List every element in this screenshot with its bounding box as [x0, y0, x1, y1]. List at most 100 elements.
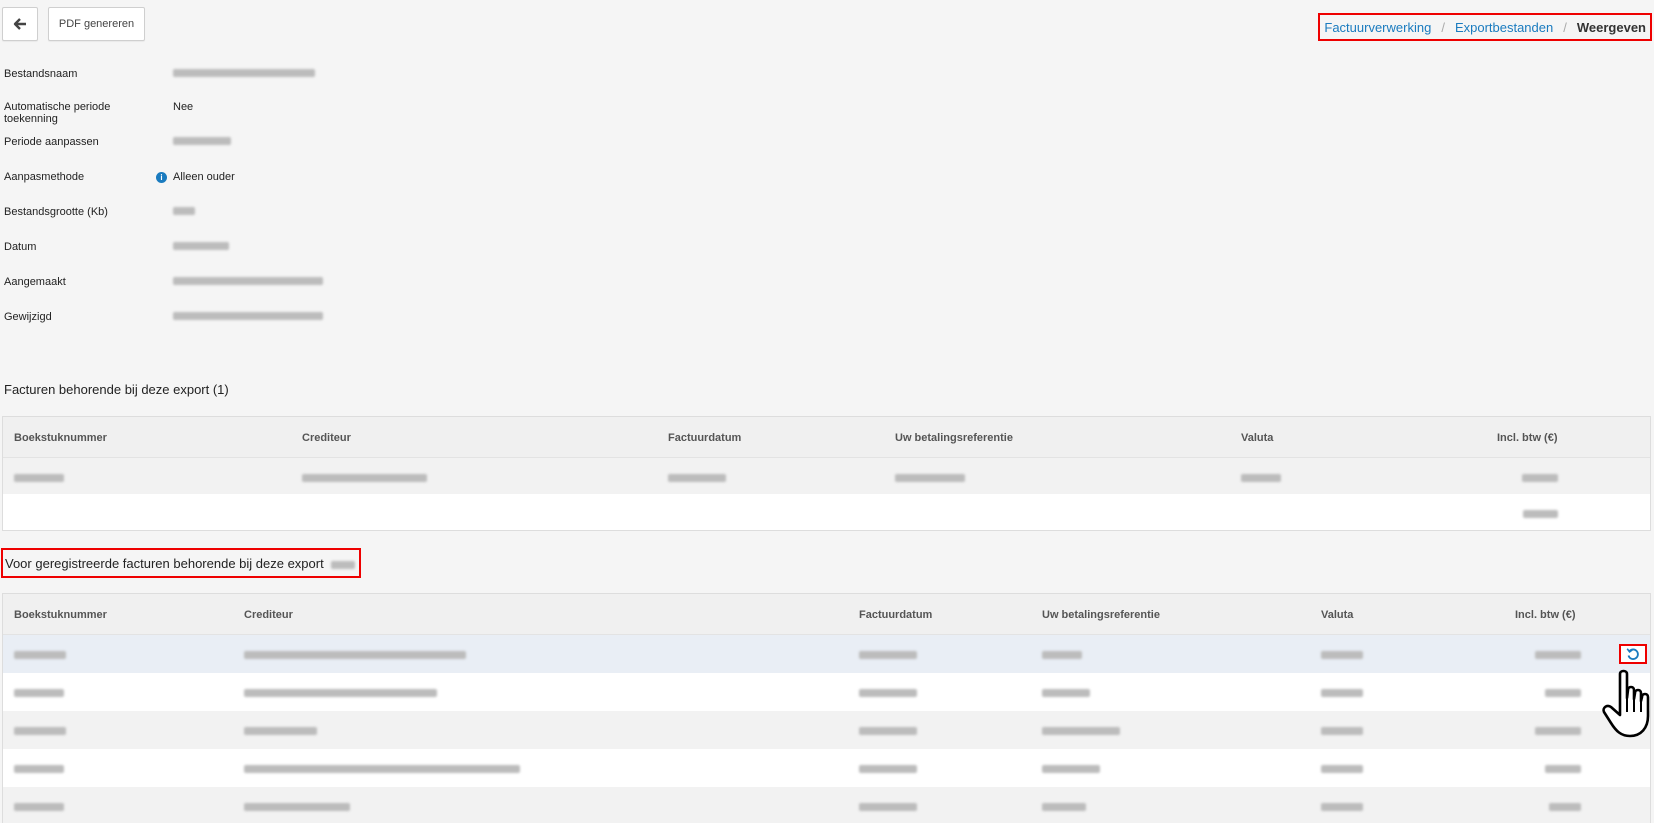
detail-value: Alleen ouder [173, 171, 235, 183]
column-header[interactable]: Incl. btw (€) [1515, 609, 1576, 621]
detail-date: Datum [4, 241, 604, 269]
cell-redacted [1549, 801, 1581, 813]
cell-redacted [1042, 687, 1090, 699]
detail-filesize: Bestandsgrootte (Kb) [4, 206, 604, 234]
refresh-icon [1626, 648, 1639, 660]
cell-redacted [244, 649, 466, 661]
column-header[interactable]: Factuurdatum [859, 609, 932, 621]
column-header[interactable]: Uw betalingsreferentie [895, 432, 1013, 444]
detail-created: Aangemaakt [4, 276, 604, 304]
preregistered-section-title: Voor geregistreerde facturen behorende b… [1, 548, 362, 578]
table-total-row [3, 494, 1650, 530]
detail-label: Periode aanpassen [4, 136, 99, 148]
detail-modified: Gewijzigd [4, 311, 604, 339]
cell-redacted [244, 687, 437, 699]
cell-redacted [14, 763, 64, 775]
cell-redacted [1042, 725, 1120, 737]
cell-redacted [859, 801, 917, 813]
detail-label: Aanpasmethode [4, 171, 85, 183]
detail-value: Nee [173, 101, 194, 113]
table-header: Boekstuknummer Crediteur Factuurdatum Uw… [3, 417, 1650, 458]
cell-redacted [1321, 725, 1363, 737]
breadcrumb-separator: / [1441, 19, 1445, 35]
detail-method: Aanpasmethode i Alleen ouder [4, 171, 604, 199]
detail-value-redacted [173, 205, 195, 217]
cell-redacted [302, 472, 427, 484]
generate-pdf-button[interactable]: PDF genereren [48, 7, 145, 41]
cell-redacted [1321, 687, 1363, 699]
table-row[interactable] [3, 673, 1650, 711]
invoices-section-title: Facturen behorende bij deze export (1) [4, 382, 229, 397]
detail-auto-period: Automatische periode toekenning Nee [4, 101, 604, 129]
cell-redacted [1535, 649, 1581, 661]
cell-redacted [859, 687, 917, 699]
cell-redacted [1042, 649, 1082, 661]
back-button[interactable] [2, 7, 38, 41]
hand-cursor-icon [1602, 669, 1650, 738]
column-header[interactable]: Uw betalingsreferentie [1042, 609, 1160, 621]
cell-redacted [244, 763, 520, 775]
cell-redacted [859, 763, 917, 775]
cell-redacted [1545, 763, 1581, 775]
breadcrumb-exportbestanden[interactable]: Exportbestanden [1455, 20, 1553, 35]
detail-value-redacted [173, 310, 323, 322]
column-header[interactable]: Valuta [1241, 432, 1273, 444]
column-header[interactable]: Crediteur [302, 432, 351, 444]
breadcrumb-separator: / [1563, 19, 1567, 35]
column-header[interactable]: Boekstuknummer [14, 432, 107, 444]
restore-button[interactable] [1619, 644, 1647, 664]
detail-label: Aangemaakt [4, 276, 66, 288]
cell-redacted [1042, 763, 1100, 775]
cell-redacted [1321, 763, 1363, 775]
cell-redacted [1523, 508, 1558, 520]
table-row[interactable] [3, 458, 1650, 494]
cell-redacted [1522, 472, 1558, 484]
detail-label: Bestandsnaam [4, 68, 78, 80]
cell-redacted [1321, 801, 1363, 813]
count-redacted [331, 560, 356, 569]
cell-redacted [1042, 801, 1086, 813]
detail-label: Gewijzigd [4, 311, 52, 323]
breadcrumb: Factuurverwerking / Exportbestanden / We… [1318, 13, 1652, 41]
section-title-text: Voor geregistreerde facturen behorende b… [5, 556, 324, 571]
cell-redacted [1535, 725, 1581, 737]
table-row[interactable] [3, 635, 1650, 673]
cell-redacted [14, 649, 66, 661]
cell-redacted [14, 801, 64, 813]
column-header[interactable]: Factuurdatum [668, 432, 741, 444]
detail-label: Datum [4, 241, 37, 253]
detail-value-redacted [173, 135, 231, 147]
invoices-table: Boekstuknummer Crediteur Factuurdatum Uw… [2, 416, 1651, 531]
cell-redacted [895, 472, 965, 484]
detail-period: Periode aanpassen [4, 136, 604, 164]
toolbar: PDF genereren [2, 7, 145, 41]
detail-value-redacted [173, 240, 229, 252]
detail-filename: Bestandsnaam [4, 68, 604, 96]
column-header[interactable]: Incl. btw (€) [1497, 432, 1558, 444]
preregistered-table: Boekstuknummer Crediteur Factuurdatum Uw… [2, 593, 1651, 823]
detail-value-redacted [173, 67, 315, 79]
cell-redacted [1241, 472, 1281, 484]
cell-redacted [244, 725, 317, 737]
info-icon[interactable]: i [156, 172, 167, 183]
cell-redacted [859, 649, 917, 661]
cell-redacted [859, 725, 917, 737]
detail-label: Automatische periode toekenning [4, 101, 111, 125]
breadcrumb-factuurverwerking[interactable]: Factuurverwerking [1324, 20, 1431, 35]
table-row[interactable] [3, 749, 1650, 787]
table-row[interactable] [3, 787, 1650, 823]
cell-redacted [668, 472, 726, 484]
column-header[interactable]: Crediteur [244, 609, 293, 621]
table-row[interactable] [3, 711, 1650, 749]
cell-redacted [14, 725, 66, 737]
cell-redacted [1545, 687, 1581, 699]
cell-redacted [14, 687, 64, 699]
column-header[interactable]: Valuta [1321, 609, 1353, 621]
arrow-left-icon [13, 18, 26, 30]
table-header: Boekstuknummer Crediteur Factuurdatum Uw… [3, 594, 1650, 635]
column-header[interactable]: Boekstuknummer [14, 609, 107, 621]
cell-redacted [14, 472, 64, 484]
breadcrumb-current: Weergeven [1576, 19, 1646, 35]
cell-redacted [244, 801, 350, 813]
detail-label: Bestandsgrootte (Kb) [4, 206, 108, 218]
